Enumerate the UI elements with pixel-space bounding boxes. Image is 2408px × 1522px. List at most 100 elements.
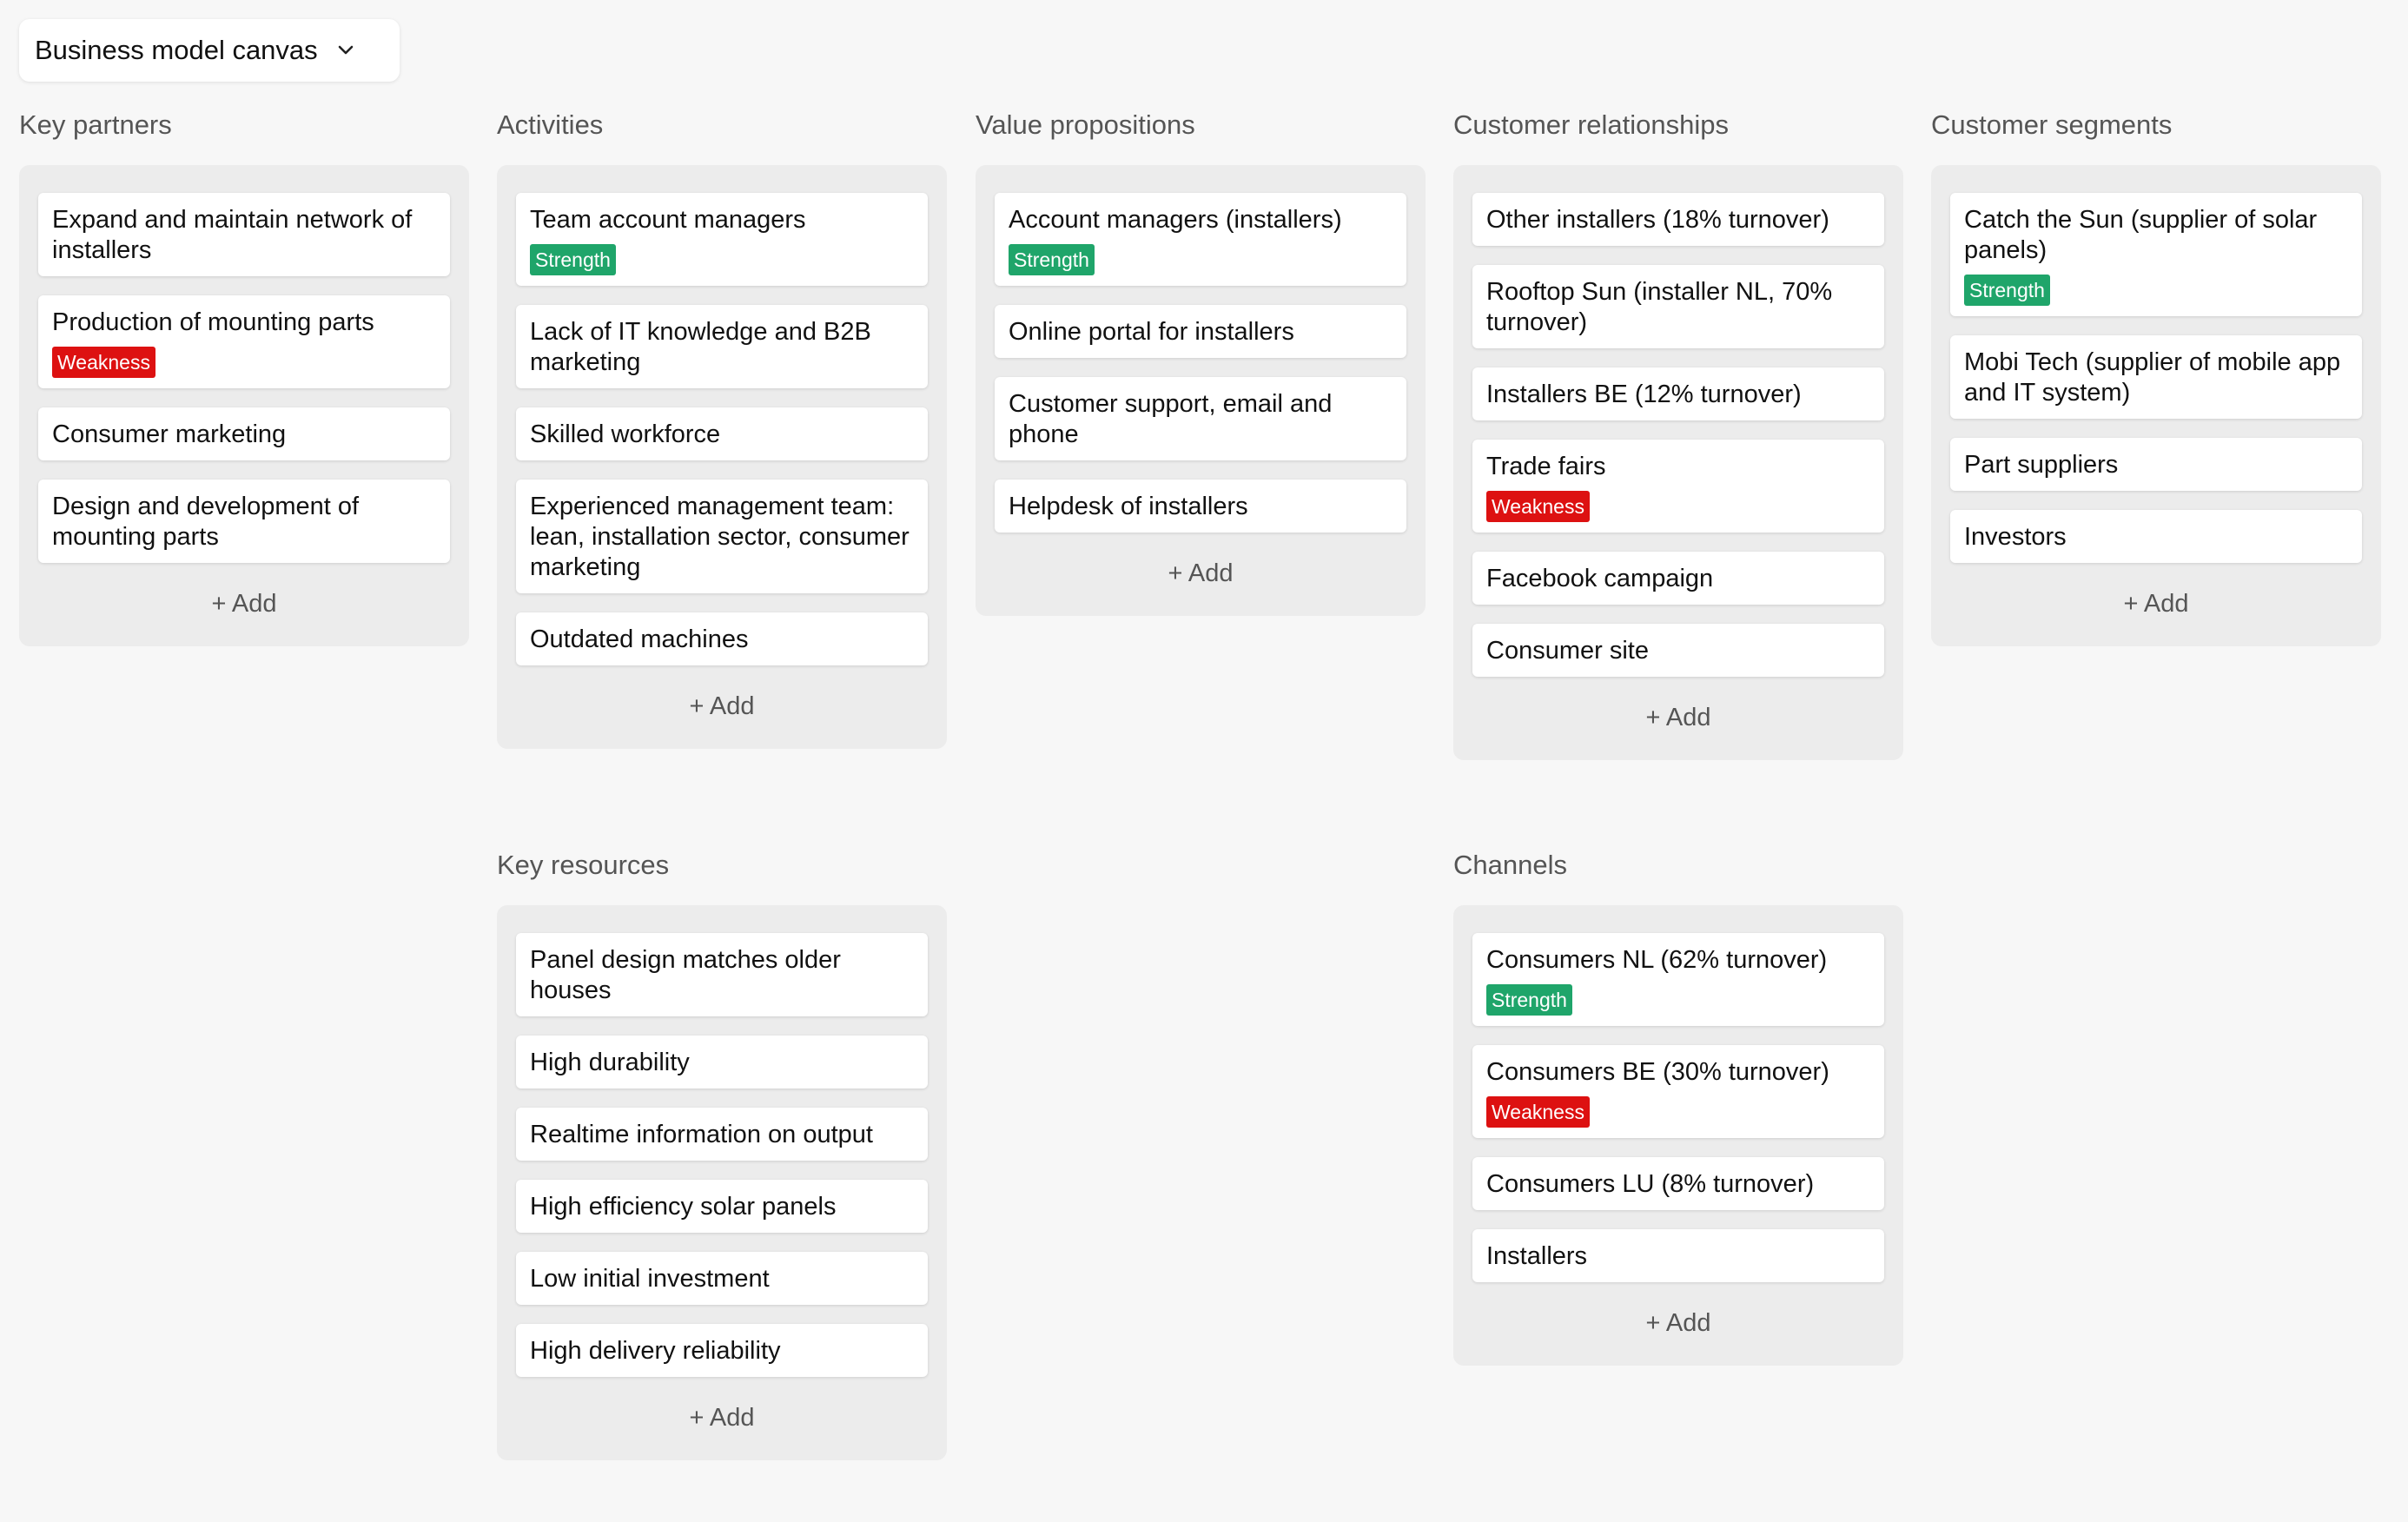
card[interactable]: Part suppliers	[1950, 438, 2362, 491]
card-text: High efficiency solar panels	[530, 1193, 837, 1221]
section-title: Key partners	[19, 109, 172, 140]
card[interactable]: Consumers LU (8% turnover)	[1472, 1157, 1884, 1210]
card-text: Consumer site	[1486, 637, 1649, 665]
section-value-propositions: Value propositions Account managers (ins…	[976, 108, 1426, 616]
card[interactable]: Expand and maintain network of installer…	[38, 193, 450, 276]
card[interactable]: Trade fairs Weakness	[1472, 440, 1884, 533]
card[interactable]: Catch the Sun (supplier of solar panels)…	[1950, 193, 2362, 316]
card[interactable]: Consumers BE (30% turnover) Weakness	[1472, 1045, 1884, 1138]
card[interactable]: Customer support, email and phone	[995, 377, 1406, 460]
card[interactable]: Realtime information on output	[516, 1108, 928, 1161]
strength-badge: Strength	[1486, 984, 1572, 1016]
card-text: Outdated machines	[530, 625, 749, 653]
card-text: Team account managers	[530, 206, 806, 234]
section-activities: Activities Team account managers Strength…	[497, 108, 947, 749]
board-title: Business model canvas	[35, 35, 318, 65]
card[interactable]: Consumer marketing	[38, 407, 450, 460]
section-panel: Panel design matches older houses High du…	[497, 905, 947, 1460]
weakness-badge: Weakness	[52, 347, 155, 378]
section-panel: Team account managers Strength Lack of IT …	[497, 165, 947, 749]
card[interactable]: High efficiency solar panels	[516, 1180, 928, 1233]
add-card-button[interactable]: + Add	[1472, 1301, 1884, 1345]
card-text: Consumers BE (30% turnover)	[1486, 1058, 1829, 1086]
card[interactable]: Consumer site	[1472, 624, 1884, 677]
section-title: Value propositions	[976, 109, 1195, 140]
card[interactable]: Helpdesk of installers	[995, 480, 1406, 533]
card[interactable]: High durability	[516, 1036, 928, 1089]
card[interactable]: Account managers (installers) Strength	[995, 193, 1406, 286]
card-text: Customer support, email and phone	[1009, 390, 1333, 448]
card-text: Other installers (18% turnover)	[1486, 206, 1829, 234]
card-text: Catch the Sun (supplier of solar panels)	[1964, 206, 2318, 264]
section-panel: Other installers (18% turnover) Rooftop S…	[1453, 165, 1903, 760]
weakness-badge: Weakness	[1486, 491, 1590, 522]
card[interactable]: High delivery reliability	[516, 1324, 928, 1377]
section-key-partners: Key partners Expand and maintain network…	[19, 108, 469, 646]
section-title: Channels	[1453, 850, 1567, 880]
strength-badge: Strength	[1964, 275, 2050, 306]
panel-bottom-spacer	[995, 595, 1406, 616]
card-text: Design and development of mounting parts	[52, 493, 360, 551]
card[interactable]: Experienced management team: lean, insta…	[516, 480, 928, 593]
panel-bottom-spacer	[1472, 1345, 1884, 1366]
section-title: Customer segments	[1931, 109, 2173, 140]
card[interactable]: Production of mounting parts Weakness	[38, 295, 450, 388]
card[interactable]: Low initial investment	[516, 1252, 928, 1305]
card-text: Consumers NL (62% turnover)	[1486, 946, 1828, 974]
card[interactable]: Facebook campaign	[1472, 552, 1884, 605]
add-card-button[interactable]: + Add	[38, 582, 450, 625]
card-text: High durability	[530, 1049, 690, 1076]
add-card-button[interactable]: + Add	[516, 685, 928, 728]
panel-bottom-spacer	[1472, 739, 1884, 760]
card[interactable]: Outdated machines	[516, 612, 928, 665]
add-card-button[interactable]: + Add	[516, 1396, 928, 1439]
card[interactable]: Team account managers Strength	[516, 193, 928, 286]
card-text: Mobi Tech (supplier of mobile app and IT…	[1964, 348, 2341, 407]
strength-badge: Strength	[530, 244, 616, 275]
card[interactable]: Skilled workforce	[516, 407, 928, 460]
section-panel: Catch the Sun (supplier of solar panels)…	[1931, 165, 2381, 646]
section-panel: Account managers (installers) Strength Onl…	[976, 165, 1426, 616]
section-panel: Expand and maintain network of installer…	[19, 165, 469, 646]
card-text: Expand and maintain network of installer…	[52, 206, 413, 264]
card-text: Lack of IT knowledge and B2B marketing	[530, 318, 871, 376]
board-selector-dropdown[interactable]: Business model canvas	[19, 19, 400, 82]
section-channels: Channels Consumers NL (62% turnover) Stre…	[1453, 848, 1903, 1366]
card[interactable]: Lack of IT knowledge and B2B marketing	[516, 305, 928, 388]
section-title: Activities	[497, 109, 604, 140]
weakness-badge: Weakness	[1486, 1096, 1590, 1128]
section-customer-relationships: Customer relationships Other installers …	[1453, 108, 1903, 760]
card[interactable]: Online portal for installers	[995, 305, 1406, 358]
section-customer-segments: Customer segments Catch the Sun (supplie…	[1931, 108, 2381, 646]
card-text: Part suppliers	[1964, 451, 2119, 479]
card-text: Experienced management team: lean, insta…	[530, 493, 910, 581]
card-text: Rooftop Sun (installer NL, 70% turnover)	[1486, 278, 1833, 336]
add-card-button[interactable]: + Add	[1950, 582, 2362, 625]
card[interactable]: Rooftop Sun (installer NL, 70% turnover)	[1472, 265, 1884, 348]
panel-bottom-spacer	[516, 1439, 928, 1460]
card[interactable]: Panel design matches older houses	[516, 933, 928, 1016]
card[interactable]: Other installers (18% turnover)	[1472, 193, 1884, 246]
card[interactable]: Installers	[1472, 1229, 1884, 1282]
card[interactable]: Consumers NL (62% turnover) Strength	[1472, 933, 1884, 1026]
card-text: Installers	[1486, 1242, 1588, 1270]
card-text: Production of mounting parts	[52, 308, 374, 336]
card-text: Facebook campaign	[1486, 565, 1714, 592]
add-card-button[interactable]: + Add	[1472, 696, 1884, 739]
card[interactable]: Mobi Tech (supplier of mobile app and IT…	[1950, 335, 2362, 419]
card[interactable]: Installers BE (12% turnover)	[1472, 367, 1884, 420]
card-text: Consumer marketing	[52, 420, 287, 448]
add-card-button[interactable]: + Add	[995, 552, 1406, 595]
strength-badge: Strength	[1009, 244, 1095, 275]
card-text: Account managers (installers)	[1009, 206, 1342, 234]
card[interactable]: Design and development of mounting parts	[38, 480, 450, 563]
panel-bottom-spacer	[516, 728, 928, 749]
card-text: Low initial investment	[530, 1265, 770, 1293]
chevron-down-icon	[337, 44, 354, 56]
panel-bottom-spacer	[1950, 625, 2362, 646]
card-text: Investors	[1964, 523, 2067, 551]
card-text: Skilled workforce	[530, 420, 721, 448]
card[interactable]: Investors	[1950, 510, 2362, 563]
section-panel: Consumers NL (62% turnover) Strength Consu…	[1453, 905, 1903, 1366]
section-key-resources: Key resources Panel design matches older…	[497, 848, 947, 1460]
